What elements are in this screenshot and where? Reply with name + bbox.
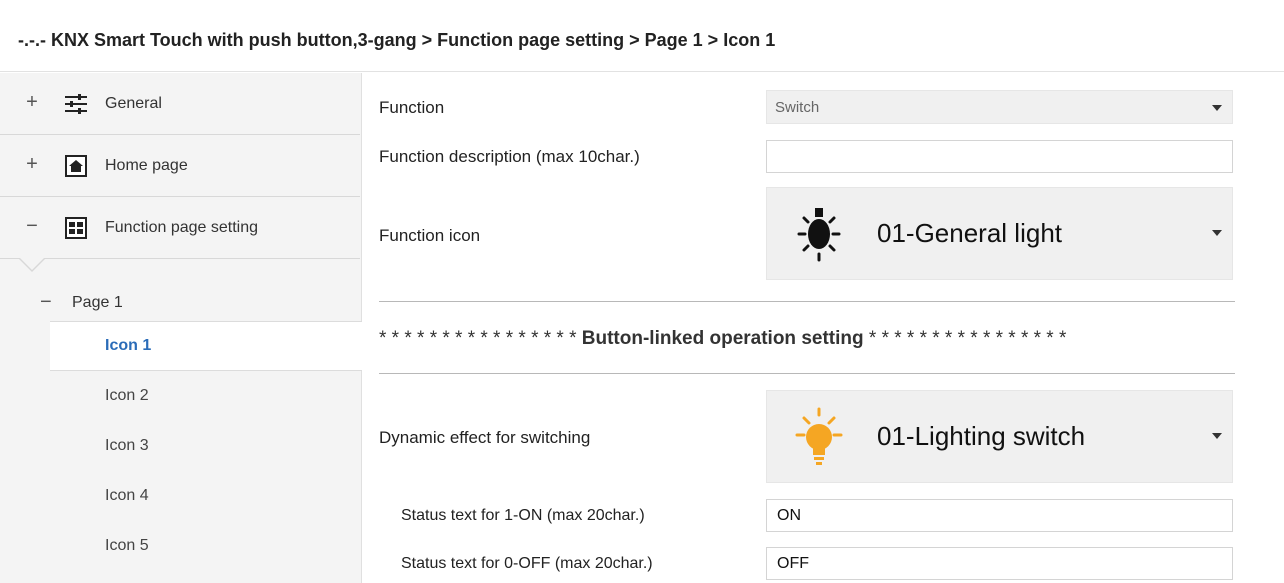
sidebar-item-general[interactable]: + General [0, 73, 360, 135]
tree-item-icon-4[interactable]: Icon 4 [50, 472, 362, 522]
chevron-down-icon [1212, 433, 1222, 439]
breadcrumb: -.-.- KNX Smart Touch with push button,3… [18, 30, 776, 50]
collapse-icon[interactable]: − [40, 291, 52, 314]
function-icon-label: Function icon [379, 226, 481, 245]
section-separator: * * * * * * * * * * * * * * * * Button-l… [379, 328, 1235, 350]
chevron-down-icon [1212, 105, 1222, 111]
tree-item-icon-2[interactable]: Icon 2 [50, 372, 362, 422]
tree-item-page-1[interactable]: − Page 1 [0, 285, 360, 321]
home-icon [65, 155, 87, 177]
grid-icon [65, 217, 87, 239]
parameter-panel: Function Switch Function description (ma… [363, 73, 1284, 583]
tree-item-label: Icon 5 [105, 537, 149, 554]
light-bulb-icon [797, 208, 841, 262]
sidebar-item-label: Function page setting [105, 219, 258, 236]
tree-item-label: Icon 3 [105, 437, 149, 454]
status-on-label: Status text for 1-ON (max 20char.) [401, 507, 645, 524]
function-description-input[interactable] [766, 140, 1233, 173]
dynamic-effect-label: Dynamic effect for switching [379, 428, 591, 447]
sidebar-item-function-page-setting[interactable]: − Function page setting [0, 197, 360, 259]
tree-item-icon-1[interactable]: Icon 1 [50, 321, 362, 371]
function-label: Function [379, 98, 445, 117]
status-off-input[interactable] [766, 547, 1233, 580]
separator-stars-left: * * * * * * * * * * * * * * * * [379, 328, 577, 349]
tree-item-label: Page 1 [72, 294, 123, 311]
status-on-input[interactable] [766, 499, 1233, 532]
chevron-down-icon [1212, 230, 1222, 236]
tree-pointer-fill [20, 258, 44, 270]
function-description-label: Function description (max 10char.) [379, 147, 640, 166]
expand-icon[interactable]: + [24, 154, 40, 174]
section-title: Button-linked operation setting [581, 328, 864, 349]
function-icon-value: 01-General light [877, 218, 1062, 248]
sidebar-item-label: General [105, 95, 162, 112]
expand-icon[interactable]: + [24, 92, 40, 112]
dynamic-effect-value: 01-Lighting switch [877, 421, 1086, 451]
tree-item-label: Icon 1 [105, 337, 152, 354]
sidebar-item-label: Home page [105, 157, 188, 174]
tree-item-label: Icon 2 [105, 387, 149, 404]
collapse-icon[interactable]: − [24, 216, 40, 236]
sidebar: + General + Home page − Function page se… [0, 73, 362, 583]
tree-item-icon-3[interactable]: Icon 3 [50, 422, 362, 472]
sliders-icon [65, 94, 87, 114]
tree-item-icon-5[interactable]: Icon 5 [50, 522, 362, 572]
function-icon-select[interactable]: 01-General light [766, 187, 1233, 280]
sidebar-item-home-page[interactable]: + Home page [0, 135, 360, 197]
separator-stars-right: * * * * * * * * * * * * * * * * [868, 328, 1067, 349]
function-select-value: Switch [775, 99, 820, 116]
dynamic-effect-select[interactable]: 01-Lighting switch [766, 390, 1233, 483]
divider [379, 373, 1235, 374]
tree-item-label: Icon 4 [105, 487, 149, 504]
lighting-bulb-icon [795, 407, 843, 465]
title-bar: -.-.- KNX Smart Touch with push button,3… [0, 0, 1284, 72]
status-off-label: Status text for 0-OFF (max 20char.) [401, 555, 653, 572]
divider [379, 301, 1235, 302]
function-select[interactable]: Switch [766, 90, 1233, 124]
